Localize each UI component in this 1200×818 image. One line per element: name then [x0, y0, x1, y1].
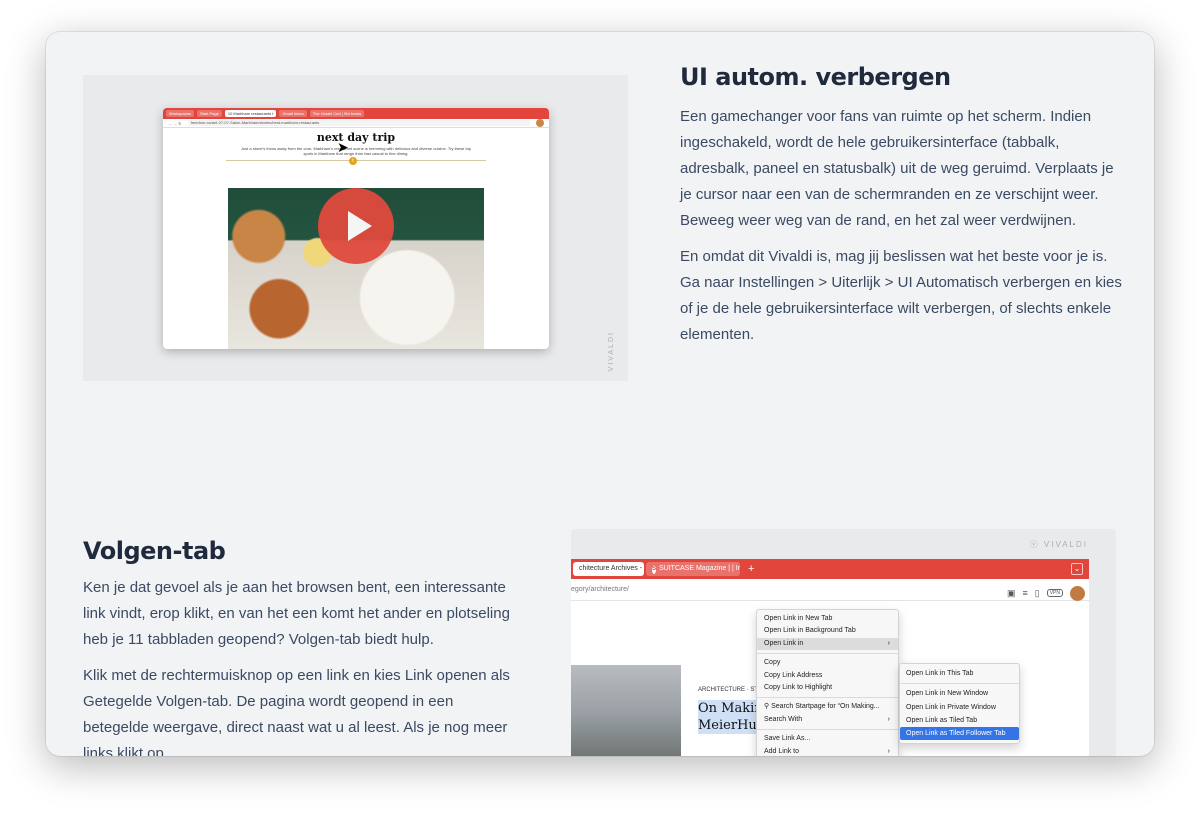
article-photo[interactable]: [571, 665, 681, 756]
toolbar-icons: ▣ ≡ ▯ VPN: [1007, 582, 1085, 604]
browser-window: Workspaces Start Page 10 Markham restaur…: [46, 32, 1154, 756]
avatar[interactable]: [1070, 585, 1085, 601]
mini-subtext: Just a stone's throw away from the core,…: [240, 146, 472, 156]
submenu-item-this-tab[interactable]: Open Link in This Tab: [900, 667, 1019, 680]
menu-item-save-link[interactable]: Save Link As...: [757, 733, 898, 745]
menu-item-label: Add Link to: [764, 747, 800, 755]
mini-browser-screenshot: Workspaces Start Page 10 Markham restaur…: [163, 108, 549, 349]
chevron-down-icon[interactable]: ⌄: [1071, 563, 1083, 575]
menu-separator: [900, 683, 1019, 685]
page-content: Workspaces Start Page 10 Markham restaur…: [46, 32, 1154, 756]
menu-item-open-background-tab[interactable]: Open Link in Background Tab: [757, 625, 898, 637]
divider: t: [226, 157, 486, 165]
chevron-right-icon: ›: [887, 715, 890, 723]
new-tab-icon[interactable]: +: [748, 563, 754, 575]
section-auto-hide: UI autom. verbergen Een gamechanger voor…: [680, 63, 1125, 348]
mini-tab: 10 Markham restaurants t: [224, 110, 277, 117]
section-paragraph: Klik met de rechtermuisknop op een link …: [83, 667, 510, 756]
section-paragraph: En omdat dit Vivaldi is, mag jij besliss…: [680, 248, 1122, 343]
menu-separator: [757, 653, 898, 655]
menu-item-label: Search Startpage for “On Making...: [771, 703, 880, 711]
menu-item-search-with[interactable]: Search With ›: [757, 714, 898, 726]
submenu-item-tiled-tab[interactable]: Open Link as Tiled Tab: [900, 714, 1019, 727]
tab-label: SUITCASE Magazine | | Ins: [659, 565, 740, 572]
menu-item-copy-link-address[interactable]: Copy Link Address: [757, 670, 898, 682]
play-icon[interactable]: [318, 188, 394, 264]
submenu: Open Link in This Tab Open Link in New W…: [899, 663, 1020, 745]
nav-arrows-icon: ← → ↻: [168, 120, 182, 126]
mini-headline: next day trip: [316, 131, 396, 144]
submenu-item-tiled-follower-tab[interactable]: Open Link as Tiled Follower Tab: [900, 727, 1019, 741]
vivaldi-watermark: ⓥ VIVALDI: [1030, 539, 1088, 550]
section-title: Volgen-tab: [83, 537, 226, 565]
vivaldi-logo-icon: ⓥ: [1029, 540, 1044, 549]
title-line: On Makin: [698, 701, 763, 716]
menu-item-open-new-tab[interactable]: Open Link in New Tab: [757, 613, 898, 625]
submenu-item-private-window[interactable]: Open Link in Private Window: [900, 701, 1019, 714]
context-menu: Open Link in New Tab Open Link in Backgr…: [756, 609, 899, 756]
reader-icon[interactable]: ▣: [1007, 582, 1016, 604]
video-preview[interactable]: Workspaces Start Page 10 Markham restaur…: [83, 75, 628, 381]
menu-separator: [757, 729, 898, 731]
menu-item-copy[interactable]: Copy: [757, 657, 898, 669]
submenu-item-new-window[interactable]: Open Link in New Window: [900, 687, 1019, 700]
mini-tab: Gmail Inbox: [279, 110, 307, 117]
chevron-right-icon: ›: [887, 747, 890, 755]
mini-url: freedom.ca/ant-07-07-Salon-Markham/stori…: [187, 120, 530, 126]
tab-bar: chitecture Archives - Ki S SUITCASE Maga…: [571, 559, 1089, 579]
menu-item-label: Search With: [764, 715, 803, 723]
menu-item-copy-link-highlight[interactable]: Copy Link to Highlight: [757, 682, 898, 694]
brand-label: VIVALDI: [1043, 540, 1088, 549]
suitcase-logo-icon: S: [652, 564, 657, 574]
menu-item-add-link-to[interactable]: Add Link to ›: [757, 746, 898, 756]
section-paragraph: Ken je dat gevoel als je aan het browsen…: [83, 579, 510, 648]
avatar: [536, 119, 544, 127]
menu-separator: [757, 697, 898, 699]
section-follower-tab: Volgen-tab Ken je dat gevoel als je aan …: [83, 537, 523, 756]
menu-item-label: Open Link in: [764, 639, 804, 647]
tab[interactable]: S SUITCASE Magazine | | Ins: [646, 562, 740, 576]
vivaldi-watermark: VIVALDI: [608, 331, 615, 372]
bookmark-icon[interactable]: ▯: [1035, 582, 1040, 604]
cursor-icon: ➤: [337, 139, 349, 155]
browser-screenshot: chitecture Archives - Ki S SUITCASE Maga…: [571, 559, 1089, 756]
mini-tab: Workspaces: [166, 110, 194, 117]
article-category: ARCHITECTURE · STU: [698, 687, 763, 693]
vpn-badge[interactable]: VPN: [1046, 589, 1063, 597]
section-title: UI autom. verbergen: [680, 63, 951, 91]
menu-item-search-startpage[interactable]: ⚲ Search Startpage for “On Making...: [757, 701, 898, 713]
mini-tab-bar: Workspaces Start Page 10 Markham restaur…: [163, 108, 549, 119]
section-paragraph: Een gamechanger voor fans van ruimte op …: [680, 108, 1114, 229]
tab[interactable]: chitecture Archives - Ki: [573, 562, 644, 576]
mini-address-bar: ← → ↻ freedom.ca/ant-07-07-Salon-Markham…: [163, 119, 549, 128]
mini-tab: The Hostel Cnd | Shr bears: [309, 110, 365, 117]
url-text: egory/architecture/: [571, 586, 629, 593]
mini-tab: Start Page: [196, 110, 222, 117]
menu-item-open-link-in[interactable]: Open Link in ›: [757, 637, 898, 651]
badge: t: [349, 157, 357, 165]
address-bar[interactable]: egory/architecture/ ▣ ≡ ▯ VPN: [571, 579, 1089, 601]
chevron-right-icon: ›: [887, 639, 890, 647]
notes-icon[interactable]: ≡: [1023, 582, 1028, 604]
follower-tab-screenshot: ⓥ VIVALDI chitecture Archives - Ki S SUI…: [571, 529, 1116, 756]
